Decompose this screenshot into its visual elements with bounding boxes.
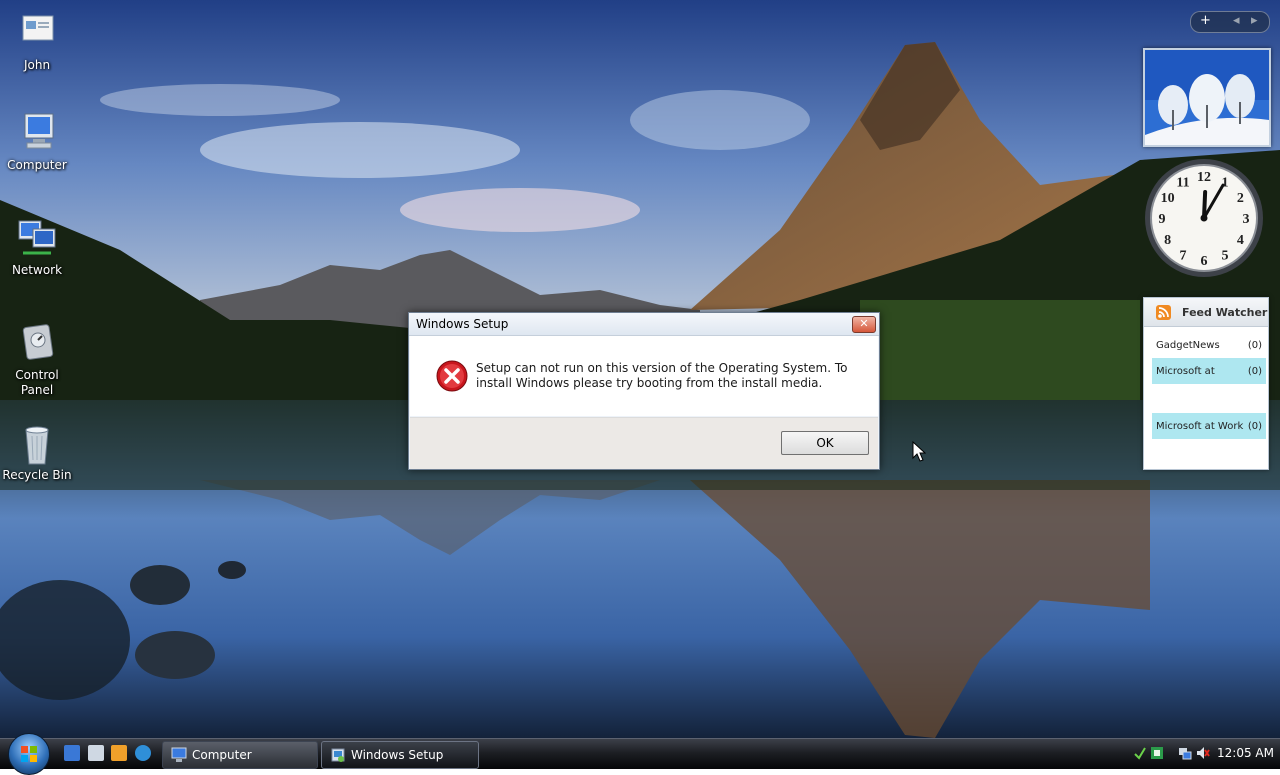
add-gadget-button[interactable]: +	[1200, 13, 1211, 28]
clock-face: 12 1234567891011	[1145, 159, 1263, 277]
feed-item[interactable]: Microsoft at (0)	[1152, 358, 1266, 384]
clock-number: 7	[1180, 248, 1187, 263]
desktop-icon-computer[interactable]: Computer	[0, 112, 74, 173]
feed-item-name: Microsoft at Work	[1156, 421, 1244, 432]
mouse-cursor-icon	[912, 441, 926, 462]
desktop-icon-label: Computer	[7, 158, 67, 172]
taskbar-button-label: Computer	[192, 748, 252, 762]
clock-number: 9	[1159, 212, 1166, 227]
dialog-footer: OK	[410, 417, 878, 469]
desktop-icon-control-panel[interactable]: Control Panel	[0, 322, 74, 398]
windows-logo-icon	[21, 746, 37, 762]
switch-windows-icon[interactable]	[88, 745, 104, 761]
computer-icon	[171, 747, 187, 763]
notification-area: 12:05 AM	[1128, 739, 1280, 769]
tray-clock[interactable]: 12:05 AM	[1217, 746, 1274, 760]
dialog-title: Windows Setup	[416, 317, 509, 331]
desktop-icon-network[interactable]: Network	[0, 217, 74, 278]
desktop-icon-label: Recycle Bin	[2, 468, 72, 482]
clock-number: 5	[1222, 248, 1229, 263]
desktop-icon-recycle-bin[interactable]: Recycle Bin	[0, 422, 74, 483]
dialog-message: Setup can not run on this version of the…	[476, 361, 848, 390]
clock-number: 8	[1164, 233, 1171, 248]
desktop[interactable]: John Computer Network Control Panel Recy…	[0, 0, 1280, 738]
user-folder-icon	[13, 12, 61, 56]
ok-button[interactable]: OK	[781, 431, 869, 455]
taskbar-button-windows-setup[interactable]: Windows Setup	[321, 741, 479, 769]
recycle-bin-icon	[13, 422, 61, 466]
clock-number: 10	[1161, 191, 1175, 206]
feed-item-count: (0)	[1247, 340, 1262, 351]
clock-number: 4	[1237, 233, 1244, 248]
volume-muted-icon[interactable]	[1196, 746, 1210, 760]
feed-item-name: GadgetNews	[1156, 340, 1220, 351]
clock-gadget[interactable]: 12 1 2 3 4 5 6 7 8 9 10 11	[1143, 157, 1265, 279]
setup-icon	[330, 747, 346, 763]
feed-watcher-header: Feed Watcher	[1144, 298, 1268, 327]
safely-remove-icon[interactable]	[1133, 746, 1147, 760]
clock-number: 3	[1243, 212, 1250, 227]
clock-number: 2	[1237, 191, 1244, 206]
feed-item-count: (0)	[1247, 366, 1262, 377]
previous-page-button[interactable]: ◂	[1233, 13, 1240, 28]
dialog-body: Setup can not run on this version of the…	[410, 336, 878, 416]
rss-icon	[1156, 305, 1171, 320]
desktop-icon-label: John	[23, 58, 51, 72]
sidebar-gadget-controls: + ◂ ▸	[1190, 11, 1270, 33]
network-status-icon[interactable]	[1178, 746, 1192, 760]
feed-item-count: (0)	[1247, 421, 1262, 432]
feed-item[interactable]: GadgetNews (0)	[1152, 332, 1266, 358]
close-icon: ✕	[859, 317, 869, 330]
network-icon	[13, 217, 61, 261]
internet-explorer-icon[interactable]	[135, 745, 151, 761]
computer-icon	[13, 112, 61, 156]
feed-watcher-title: Feed Watcher	[1182, 306, 1268, 319]
taskbar: Computer Windows Setup 12:05 AM	[0, 733, 1280, 775]
feed-watcher-gadget[interactable]: Feed Watcher GadgetNews (0) Microsoft at…	[1143, 297, 1269, 470]
taskbar-button-computer[interactable]: Computer	[162, 741, 318, 769]
close-button[interactable]: ✕	[852, 316, 876, 333]
slideshow-gadget[interactable]	[1143, 48, 1271, 147]
feed-item-name: Microsoft at	[1156, 366, 1215, 377]
clock-number: 6	[1201, 254, 1208, 269]
feed-item[interactable]: Microsoft at Work (0)	[1152, 413, 1266, 439]
desktop-icon-user-folder[interactable]: John	[0, 12, 74, 73]
start-button[interactable]	[8, 733, 50, 775]
ie-icon[interactable]	[64, 745, 80, 761]
clock-number: 12	[1197, 170, 1211, 185]
taskbar-button-label: Windows Setup	[351, 748, 444, 762]
slideshow-photo	[1145, 50, 1269, 145]
desktop-icon-label: Control Panel	[15, 368, 59, 397]
windows-setup-dialog: Windows Setup ✕ Setup can not run on thi…	[408, 312, 880, 470]
media-player-icon[interactable]	[111, 745, 127, 761]
control-panel-icon	[13, 322, 61, 366]
windows-update-icon[interactable]	[1150, 746, 1164, 760]
error-icon	[436, 360, 468, 392]
dialog-titlebar[interactable]: Windows Setup ✕	[409, 313, 879, 336]
next-page-button[interactable]: ▸	[1251, 13, 1258, 28]
desktop-icon-label: Network	[11, 263, 63, 277]
clock-number: 11	[1176, 176, 1189, 191]
